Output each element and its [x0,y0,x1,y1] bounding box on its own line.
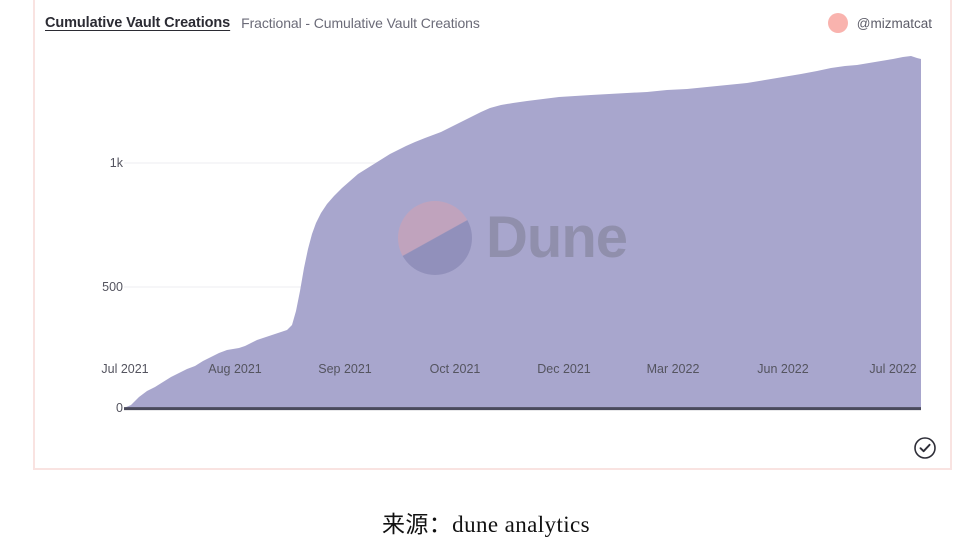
page-title[interactable]: Cumulative Vault Creations [45,15,230,31]
x-tick-label: Jul 2021 [101,362,149,376]
avatar [827,13,848,33]
y-tick-label: 500 [102,280,123,294]
x-tick-label: Jul 2022 [869,362,917,376]
check-circle-icon[interactable] [913,436,937,460]
x-tick-label: Dec 2021 [537,362,591,376]
cumulative-vault-creations-area-chart [124,56,921,411]
x-tick-label: Jun 2022 [757,362,809,376]
x-tick-label: Sep 2021 [318,362,372,376]
chart-x-axis: Jul 2021 Aug 2021 Sep 2021 Oct 2021 Dec … [35,362,950,386]
y-tick-label: 1k [109,156,123,170]
x-tick-label: Mar 2022 [646,362,700,376]
chart-subtitle: Fractional - Cumulative Vault Creations [241,15,480,31]
y-tick-label: 0 [116,401,123,415]
chart-area-series [124,56,921,408]
dune-chart-card: Cumulative Vault Creations Fractional - … [33,0,952,470]
x-tick-label: Aug 2021 [208,362,262,376]
chart-plot-region: 1k 500 0 Jul 2021 Aug 2021 Sep 2021 Oct … [35,46,950,468]
author-badge[interactable]: @mizmatcat [827,13,936,33]
source-caption: 来源：dune analytics [381,512,590,537]
chart-y-axis: 1k 500 0 [59,46,123,468]
x-tick-label: Oct 2021 [429,362,481,376]
chart-card-header: Cumulative Vault Creations Fractional - … [35,0,950,46]
author-handle-label[interactable]: @mizmatcat [857,16,932,31]
